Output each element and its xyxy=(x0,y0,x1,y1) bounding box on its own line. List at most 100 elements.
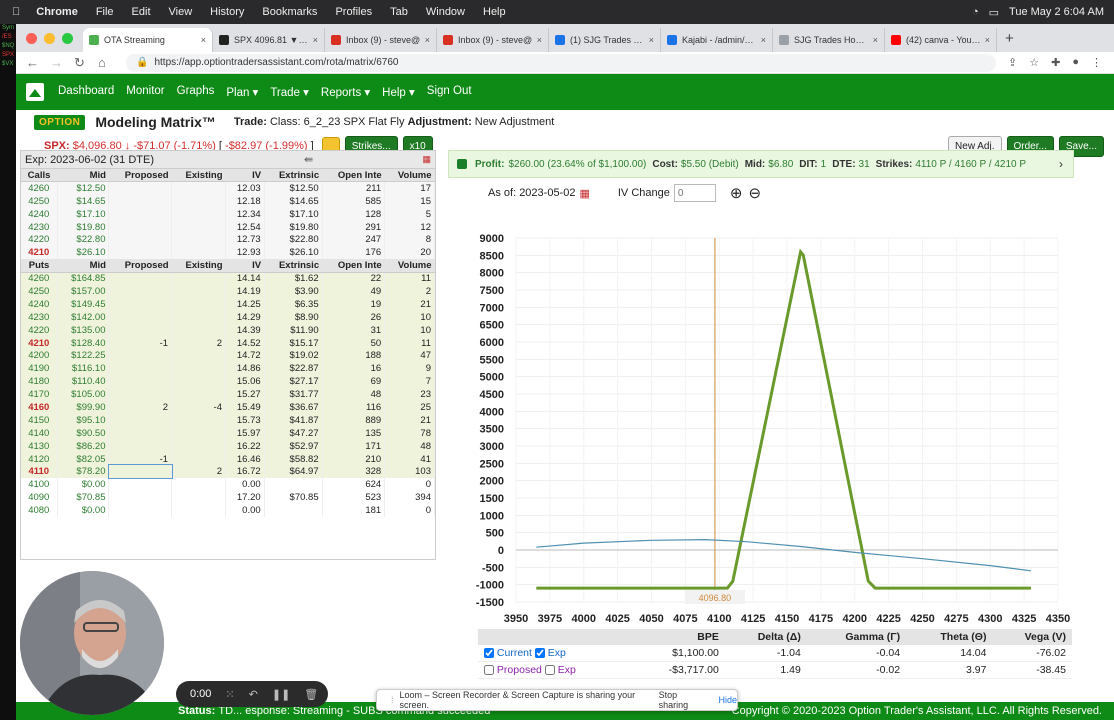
tab-close-icon[interactable]: × xyxy=(761,35,766,45)
bookmark-star-icon[interactable]: ☆ xyxy=(1029,56,1039,69)
table-cell[interactable] xyxy=(108,181,173,195)
calendar-picker-icon[interactable]: ▦ xyxy=(579,187,589,200)
table-cell[interactable] xyxy=(108,478,173,492)
table-row[interactable]: 4090 $70.85 17.20 $70.85 523 394 xyxy=(21,491,435,505)
proposed-exp-checkbox[interactable] xyxy=(544,665,555,676)
forward-icon[interactable]: → xyxy=(50,55,64,70)
table-cell[interactable] xyxy=(108,388,173,402)
table-row[interactable]: 4260 $12.50 12.03 $12.50 211 17 xyxy=(21,181,435,195)
table-cell[interactable] xyxy=(108,194,173,208)
table-cell[interactable] xyxy=(107,464,173,480)
menu-view[interactable]: View xyxy=(169,6,193,18)
nav-item[interactable]: Trade ▾ xyxy=(270,85,309,99)
table-row[interactable]: 4220 $135.00 14.39 $11.90 31 10 xyxy=(21,323,435,337)
nav-item[interactable]: Sign Out xyxy=(427,85,472,99)
zoom-window-button[interactable] xyxy=(62,32,73,44)
table-cell[interactable] xyxy=(108,375,173,389)
table-cell[interactable]: 2 xyxy=(171,336,226,350)
app-logo-icon[interactable] xyxy=(26,83,44,101)
profile-avatar[interactable]: ● xyxy=(1072,56,1079,69)
nav-item[interactable]: Monitor xyxy=(126,85,164,99)
column-header[interactable]: Mid xyxy=(57,169,109,183)
table-row[interactable]: 4210 $128.40 -1 2 14.52 $15.17 50 11 xyxy=(21,336,435,350)
table-row[interactable]: 4240 $17.10 12.34 $17.10 128 5 xyxy=(21,207,435,221)
table-cell[interactable] xyxy=(171,452,226,466)
menu-profiles[interactable]: Profiles xyxy=(335,6,372,18)
browser-tab[interactable]: SJG Trades Home P × xyxy=(773,28,885,52)
undo-icon[interactable]: ↶ xyxy=(249,688,258,701)
table-row[interactable]: 4250 $157.00 14.19 $3.90 49 2 xyxy=(21,285,435,298)
table-cell[interactable] xyxy=(108,246,173,260)
column-header[interactable]: Extrinsic xyxy=(264,169,323,183)
browser-tab[interactable]: OTA Streaming × xyxy=(83,28,213,52)
table-row[interactable]: 4130 $86.20 16.22 $52.97 171 48 xyxy=(21,439,435,453)
table-row[interactable]: 4190 $116.10 14.86 $22.87 16 9 xyxy=(21,362,435,376)
browser-tab[interactable]: (42) canva - YouTu × xyxy=(885,28,997,52)
menu-history[interactable]: History xyxy=(210,6,244,18)
calendar-icon[interactable]: ▦ xyxy=(422,154,431,165)
expand-chevron-icon[interactable]: › xyxy=(1059,157,1063,171)
browser-tab[interactable]: SPX 4096.81 ▼ −1.7 × xyxy=(213,28,325,52)
nav-item[interactable]: Dashboard xyxy=(58,85,114,99)
table-cell[interactable] xyxy=(108,310,173,324)
table-cell[interactable] xyxy=(171,375,226,389)
table-cell[interactable] xyxy=(108,207,173,221)
table-row[interactable]: 4080 $0.00 0.00 181 0 xyxy=(21,504,435,518)
iv-change-input[interactable] xyxy=(673,184,716,202)
column-header[interactable]: Puts xyxy=(21,259,58,273)
column-header[interactable]: Open Inte xyxy=(322,169,385,183)
table-row[interactable]: 4120 $82.05 -1 16.46 $58.82 210 41 xyxy=(21,452,435,466)
menu-clock[interactable]: Tue May 2 6:04 AM xyxy=(1009,6,1104,18)
current-checkbox[interactable] xyxy=(484,648,494,659)
nav-item[interactable]: Plan ▾ xyxy=(226,85,258,99)
reload-icon[interactable]: ↻ xyxy=(74,55,88,71)
table-cell[interactable] xyxy=(108,491,173,505)
menu-help[interactable]: Help xyxy=(483,6,506,18)
tab-close-icon[interactable]: × xyxy=(201,35,206,45)
zoom-in-icon[interactable]: ⊕ xyxy=(730,184,743,202)
table-cell[interactable] xyxy=(171,285,226,298)
column-header[interactable]: Open Inte xyxy=(322,259,385,273)
column-header[interactable]: IV xyxy=(225,259,265,273)
zoom-out-icon[interactable]: ⊖ xyxy=(748,184,761,202)
column-header[interactable]: Existing xyxy=(171,169,226,183)
table-row[interactable]: 4200 $122.25 14.72 $19.02 188 47 xyxy=(21,349,435,363)
table-cell[interactable] xyxy=(171,310,226,324)
tab-close-icon[interactable]: × xyxy=(313,35,318,45)
stop-sharing-button[interactable]: Stop sharing xyxy=(659,690,705,710)
table-cell[interactable] xyxy=(108,439,173,453)
grid-icon[interactable]: ⁙ xyxy=(225,688,234,701)
column-header[interactable]: Existing xyxy=(171,259,226,273)
column-header[interactable]: Proposed xyxy=(108,259,172,273)
browser-tab[interactable]: (1) SJG Trades Tra × xyxy=(549,28,661,52)
table-cell[interactable] xyxy=(171,349,226,363)
table-cell[interactable] xyxy=(171,388,226,402)
hide-button[interactable]: Hide xyxy=(718,695,737,705)
table-row[interactable]: 4140 $90.50 15.97 $47.27 135 78 xyxy=(21,426,435,440)
back-icon[interactable]: ← xyxy=(26,55,40,70)
table-cell[interactable] xyxy=(171,233,226,247)
table-cell[interactable] xyxy=(171,413,226,427)
column-header[interactable]: Calls xyxy=(21,169,58,183)
table-cell[interactable] xyxy=(108,323,173,337)
url-field[interactable]: 🔒 https://app.optiontradersassistant.com… xyxy=(126,53,997,72)
table-row[interactable]: 4250 $14.65 12.18 $14.65 585 15 xyxy=(21,194,435,208)
menu-edit[interactable]: Edit xyxy=(132,6,151,18)
table-row[interactable]: 4150 $95.10 15.73 $41.87 889 21 xyxy=(21,413,435,427)
nav-item[interactable]: Help ▾ xyxy=(382,85,415,99)
drag-handle-icon[interactable]: ⁞ xyxy=(391,695,394,705)
table-row[interactable]: 4260 $164.85 14.14 $1.62 22 11 xyxy=(21,272,435,286)
table-cell[interactable] xyxy=(108,504,173,518)
menu-app-name[interactable]: Chrome xyxy=(36,6,78,18)
wifi-icon[interactable]: ◔ xyxy=(972,6,979,18)
table-cell[interactable] xyxy=(171,297,226,311)
table-cell[interactable] xyxy=(171,220,226,234)
as-of-date[interactable]: 2023-05-02 xyxy=(519,187,575,199)
table-cell[interactable] xyxy=(171,272,226,286)
table-cell[interactable] xyxy=(171,478,226,492)
profit-summary-bar[interactable]: Profit: $260.00 (23.64% of $1,100.00) Co… xyxy=(448,150,1074,178)
table-cell[interactable] xyxy=(108,272,173,286)
menu-bookmarks[interactable]: Bookmarks xyxy=(262,6,317,18)
table-row[interactable]: 4210 $26.10 12.93 $26.10 176 20 xyxy=(21,246,435,260)
more-menu-icon[interactable]: ⋮ xyxy=(1091,56,1102,69)
